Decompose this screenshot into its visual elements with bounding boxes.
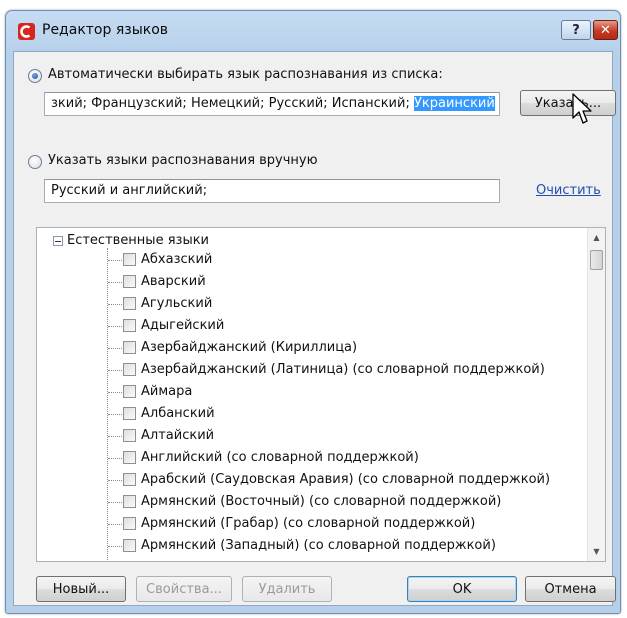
language-checkbox[interactable] [123, 473, 136, 486]
language-item[interactable]: Абхазский [37, 250, 587, 272]
tree-connector [108, 392, 122, 393]
language-label: Адыгейский [141, 318, 225, 333]
language-checkbox[interactable] [123, 363, 136, 376]
specify-button[interactable]: Указать... [520, 90, 616, 116]
language-label: Аймара [141, 384, 193, 399]
language-checkbox[interactable] [123, 385, 136, 398]
auto-languages-selected: Украинский [413, 96, 495, 111]
language-item[interactable]: Английский (со словарной поддержкой) [37, 448, 587, 470]
language-editor-dialog: Редактор языков ? ✕ Автоматически выбира… [5, 10, 621, 614]
auto-languages-field[interactable]: зкий; Французский; Немецкий; Русский; Ис… [44, 92, 500, 116]
delete-button-label: Удалить [258, 581, 316, 597]
language-label: Абхазский [141, 252, 213, 267]
title-bar[interactable]: Редактор языков ? ✕ [6, 11, 620, 51]
language-label: Арабский (Саудовская Аравия) (со словарн… [141, 472, 551, 487]
language-label: Английский (со словарной поддержкой) [141, 450, 419, 465]
language-item[interactable]: Агульский [37, 294, 587, 316]
language-label: Армянский (Грабар) (со словарной поддерж… [141, 516, 476, 531]
language-item[interactable]: Албанский [37, 404, 587, 426]
language-checkbox[interactable] [123, 319, 136, 332]
tree-connector [108, 260, 122, 261]
ok-button[interactable]: OK [407, 576, 517, 602]
language-item[interactable]: Африкаанс [37, 558, 587, 562]
language-item[interactable]: Армянский (Грабар) (со словарной поддерж… [37, 514, 587, 536]
language-tree[interactable]: Естественные языки Абхазский Аварский Агул… [36, 227, 606, 562]
auto-select-radio[interactable] [28, 69, 42, 83]
auto-languages-text: зкий; Французский; Немецкий; Русский; Ис… [51, 96, 414, 111]
tree-connector [108, 326, 122, 327]
help-button[interactable]: ? [561, 20, 591, 40]
language-item[interactable]: Аймара [37, 382, 587, 404]
language-label: Армянский (Западный) (со словарной подде… [141, 538, 496, 553]
tree-connector [108, 414, 122, 415]
language-label: Албанский [141, 406, 215, 421]
manual-languages-field[interactable]: Русский и английский; [44, 179, 500, 203]
language-item[interactable]: Азербайджанский (Латиница) (со словарной… [37, 360, 587, 382]
language-item[interactable]: Аварский [37, 272, 587, 294]
manual-select-radio[interactable] [28, 155, 42, 169]
properties-button-label: Свойства... [146, 581, 222, 597]
language-checkbox[interactable] [123, 341, 136, 354]
tree-connector [108, 502, 122, 503]
language-checkbox[interactable] [123, 407, 136, 420]
language-checkbox[interactable] [123, 297, 136, 310]
properties-button[interactable]: Свойства... [136, 576, 232, 602]
language-label: Алтайский [141, 428, 215, 443]
language-label: Азербайджанский (Латиница) (со словарной… [141, 362, 545, 377]
language-label: Агульский [141, 296, 213, 311]
dialog-body: Автоматически выбирать язык распознавани… [13, 51, 616, 606]
help-icon: ? [572, 22, 580, 38]
language-checkbox[interactable] [123, 539, 136, 552]
language-label: Армянский (Восточный) (со словарной подд… [141, 494, 502, 509]
window-title: Редактор языков [42, 22, 169, 38]
new-button[interactable]: Новый... [36, 576, 126, 602]
language-label: Аварский [141, 274, 206, 289]
language-checkbox[interactable] [123, 429, 136, 442]
delete-button[interactable]: Удалить [242, 576, 332, 602]
tree-items: Абхазский Аварский Агульский Адыгейский Азер… [37, 250, 587, 562]
tree-connector [108, 458, 122, 459]
collapse-icon[interactable] [53, 236, 63, 246]
clear-link[interactable]: Очистить [536, 183, 601, 198]
language-item[interactable]: Арабский (Саудовская Аравия) (со словарн… [37, 470, 587, 492]
ok-button-label: OK [452, 581, 472, 597]
language-label: Азербайджанский (Кириллица) [141, 340, 358, 355]
cancel-button[interactable]: Отмена [525, 576, 616, 602]
language-checkbox[interactable] [123, 451, 136, 464]
language-item[interactable]: Алтайский [37, 426, 587, 448]
tree-connector [108, 282, 122, 283]
mouse-cursor-icon [572, 93, 592, 124]
tree-connector [108, 304, 122, 305]
tree-connector [108, 370, 122, 371]
language-checkbox[interactable] [123, 517, 136, 530]
app-logo-icon [18, 23, 35, 40]
cancel-button-label: Отмена [544, 581, 597, 597]
close-button[interactable]: ✕ [593, 20, 618, 40]
tree-connector [108, 348, 122, 349]
manual-select-label: Указать языки распознавания вручную [48, 153, 318, 168]
language-label: Африкаанс [141, 560, 217, 561]
scrollbar-thumb[interactable] [590, 250, 603, 270]
scroll-up-icon[interactable]: ▲ [588, 229, 605, 246]
language-checkbox[interactable] [123, 275, 136, 288]
scroll-down-icon[interactable]: ▼ [588, 543, 605, 560]
tree-connector [108, 436, 122, 437]
tree-connector [108, 546, 122, 547]
manual-languages-text: Русский и английский; [51, 183, 208, 198]
auto-select-label: Автоматически выбирать язык распознавани… [48, 67, 443, 82]
language-item[interactable]: Адыгейский [37, 316, 587, 338]
tree-root-label: Естественные языки [67, 233, 210, 248]
new-button-label: Новый... [52, 581, 110, 597]
language-item[interactable]: Армянский (Западный) (со словарной подде… [37, 536, 587, 558]
language-item[interactable]: Армянский (Восточный) (со словарной подд… [37, 492, 587, 514]
language-checkbox[interactable] [123, 561, 136, 562]
language-checkbox[interactable] [123, 253, 136, 266]
language-checkbox[interactable] [123, 495, 136, 508]
tree-connector [108, 480, 122, 481]
close-icon: ✕ [600, 22, 611, 38]
language-item[interactable]: Азербайджанский (Кириллица) [37, 338, 587, 360]
vertical-scrollbar[interactable]: ▲ ▼ [587, 228, 605, 561]
tree-connector [108, 524, 122, 525]
